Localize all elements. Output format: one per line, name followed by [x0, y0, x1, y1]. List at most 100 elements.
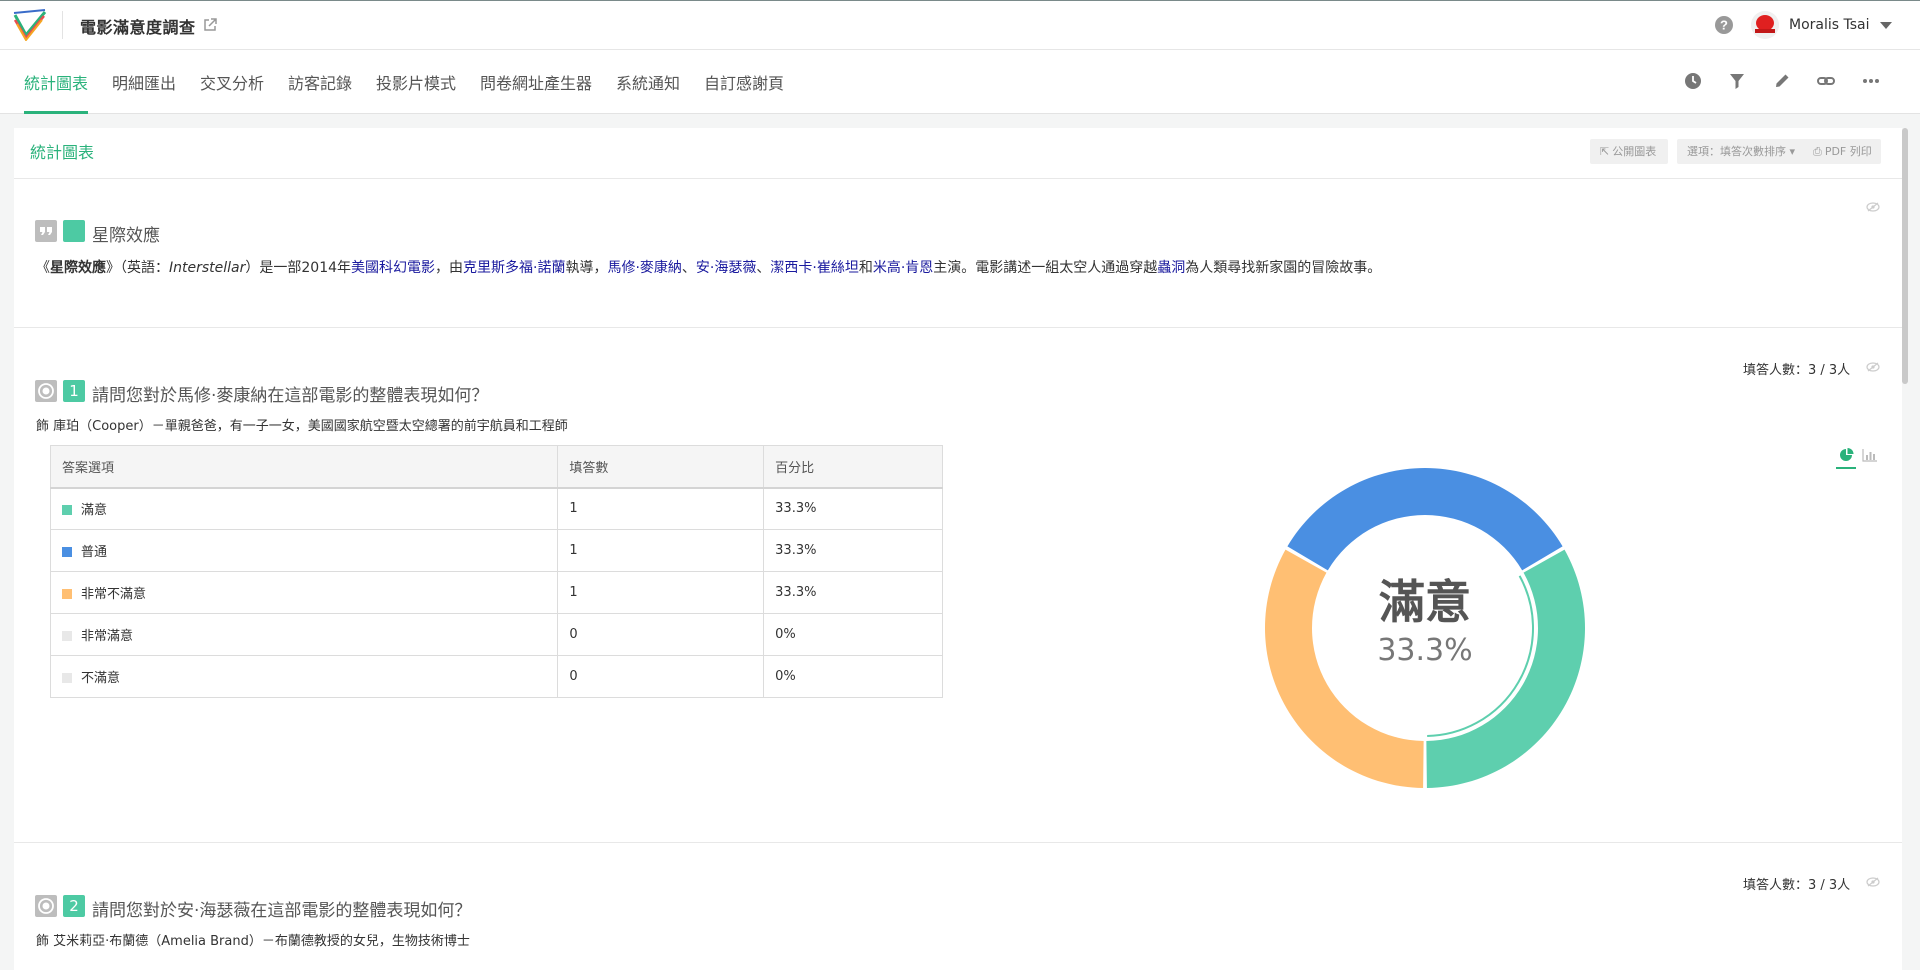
- app-logo-icon[interactable]: [12, 9, 48, 41]
- intro-number-badge: [63, 220, 85, 242]
- legend-swatch: [62, 505, 72, 516]
- answer-option-cell: 非常不滿意: [49, 571, 559, 614]
- quote-icon: [40, 227, 52, 235]
- tab-detail-export[interactable]: 明細匯出: [112, 70, 176, 114]
- count-cell: 1: [557, 529, 765, 572]
- column-header: 百分比: [763, 445, 943, 489]
- legend-swatch: [62, 631, 72, 641]
- avatar[interactable]: [1751, 11, 1779, 39]
- table-row: 非常不滿意 1 33.3%: [49, 571, 943, 614]
- divider: [14, 842, 1902, 843]
- response-count: 填答人數：3 / 3人: [1743, 878, 1851, 893]
- wiki-link[interactable]: 蟲洞: [1157, 260, 1185, 276]
- count-cell: 0: [557, 613, 765, 656]
- answer-option-label: 普通: [81, 545, 108, 560]
- divider: [14, 327, 1902, 328]
- count-cell: 0: [557, 655, 765, 698]
- tab-slide-mode[interactable]: 投影片模式: [376, 70, 456, 114]
- section-title: 統計圖表: [30, 143, 95, 162]
- legend-swatch: [62, 547, 72, 557]
- sort-option-label: 選項：填答次數排序: [1687, 145, 1786, 158]
- wiki-link[interactable]: 米高·肯恩: [873, 260, 933, 276]
- tab-custom-thanks[interactable]: 自訂感謝頁: [704, 70, 784, 114]
- donut-chart: 滿意 33.3%: [1265, 468, 1585, 788]
- tab-statistics[interactable]: 統計圖表: [24, 70, 89, 114]
- legend-swatch: [62, 589, 72, 599]
- question-description: 飾 庫珀（Cooper）－單親爸爸，有一子一女，美國國家航空暨太空總署的前宇航員…: [36, 419, 568, 434]
- intro-description: 《星際效應》（英語：Interstellar）是一部2014年美國科幻電影，由克…: [36, 260, 1382, 276]
- avatar-image-icon: [1751, 11, 1779, 39]
- hide-eye-icon[interactable]: [1866, 877, 1880, 887]
- top-bar: 電影滿意度調查 ? Moralis Tsai: [0, 0, 1920, 50]
- wiki-link[interactable]: 潔西卡·崔絲坦: [770, 260, 858, 276]
- donut-slice-2[interactable]: [1287, 468, 1563, 571]
- column-header: 答案選項: [49, 445, 559, 489]
- link-icon[interactable]: [1815, 70, 1837, 92]
- wiki-link[interactable]: 克里斯多福·諾蘭: [463, 260, 565, 276]
- help-icon[interactable]: ?: [1714, 15, 1734, 35]
- intro-title: 星際效應: [92, 226, 160, 246]
- table-row: 非常滿意 0 0%: [49, 613, 943, 656]
- tab-visitor-log[interactable]: 訪客記錄: [288, 70, 352, 114]
- donut-center-value: 33.3%: [1377, 633, 1472, 668]
- count-cell: 1: [557, 487, 765, 530]
- answer-option-label: 滿意: [81, 503, 108, 519]
- table-row: 滿意 1 33.3%: [49, 487, 943, 530]
- tab-system-notification[interactable]: 系統通知: [616, 70, 680, 114]
- count-cell: 1: [557, 571, 765, 614]
- bar-chart-toggle-icon[interactable]: [1862, 448, 1878, 462]
- scrollbar[interactable]: [1902, 128, 1908, 384]
- edit-icon[interactable]: [1771, 70, 1793, 92]
- question-title: 請問您對於馬修·麥康納在這部電影的整體表現如何？: [92, 386, 489, 406]
- wiki-link[interactable]: 馬修·麥康納: [607, 260, 681, 276]
- answer-table: 答案選項 填答數 百分比 滿意 1 33.3% 普通 1 33.3% 非常不滿意…: [49, 445, 943, 698]
- user-menu-caret-icon[interactable]: [1880, 22, 1892, 29]
- hide-eye-icon[interactable]: [1866, 362, 1880, 372]
- percent-cell: 33.3%: [763, 487, 943, 530]
- sort-option-dropdown[interactable]: 選項：填答次數排序 ▾: [1677, 139, 1807, 164]
- response-count: 填答人數：3 / 3人: [1743, 363, 1851, 378]
- radio-icon: [38, 383, 54, 399]
- answer-option-cell: 滿意: [49, 487, 559, 530]
- percent-cell: 33.3%: [763, 571, 943, 614]
- legend-swatch: [62, 673, 72, 683]
- radio-icon: [38, 898, 54, 914]
- history-icon[interactable]: [1682, 70, 1704, 92]
- question-number-badge: 2: [63, 895, 85, 917]
- answer-option-cell: 普通: [49, 529, 559, 572]
- survey-title[interactable]: 電影滿意度調查: [80, 14, 196, 38]
- answer-option-cell: 非常滿意: [49, 613, 559, 656]
- print-icon: ⎙: [1813, 145, 1822, 158]
- question-number-badge: 1: [63, 380, 85, 402]
- percent-cell: 33.3%: [763, 529, 943, 572]
- tab-cross-analysis[interactable]: 交叉分析: [200, 70, 264, 114]
- public-chart-label: 公開圖表: [1612, 145, 1657, 158]
- table-row: 不滿意 0 0%: [49, 655, 943, 698]
- statistics-panel: 統計圖表 ⇱ 公開圖表 選項：填答次數排序 ▾ ⎙ PDF 列印 星際效應 《星際效…: [14, 128, 1902, 970]
- percent-cell: 0%: [763, 613, 943, 656]
- wiki-link[interactable]: 安·海瑟薇: [696, 260, 756, 276]
- tab-url-generator[interactable]: 問卷網址產生器: [480, 70, 592, 114]
- external-link-icon[interactable]: [202, 17, 218, 33]
- single-choice-type-badge: [35, 895, 57, 917]
- table-header-row: 答案選項 填答數 百分比: [49, 445, 943, 489]
- pie-chart-toggle-icon[interactable]: [1839, 448, 1855, 462]
- user-name[interactable]: Moralis Tsai: [1789, 17, 1870, 33]
- hide-eye-icon[interactable]: [1866, 202, 1880, 212]
- pdf-print-button[interactable]: ⎙ PDF 列印: [1803, 139, 1881, 164]
- single-choice-type-badge: [35, 380, 57, 402]
- pdf-print-label: PDF 列印: [1824, 145, 1872, 158]
- chart-toggle-active-indicator: [1836, 467, 1856, 469]
- header-divider: [62, 11, 63, 39]
- more-icon[interactable]: [1860, 70, 1882, 92]
- percent-cell: 0%: [763, 655, 943, 698]
- question-title: 請問您對於安·海瑟薇在這部電影的整體表現如何？: [92, 901, 472, 921]
- filter-icon[interactable]: [1726, 70, 1748, 92]
- column-header: 填答數: [557, 445, 765, 489]
- answer-option-label: 非常不滿意: [81, 587, 147, 602]
- caret-down-icon: ▾: [1789, 145, 1796, 158]
- question-description: 飾 艾米莉亞·布蘭德（Amelia Brand）－布蘭德教授的女兒，生物技術博士: [36, 934, 470, 949]
- wiki-link[interactable]: 美國科幻電影: [351, 260, 435, 276]
- answer-option-label: 不滿意: [81, 671, 121, 686]
- public-chart-button[interactable]: ⇱ 公開圖表: [1590, 139, 1668, 164]
